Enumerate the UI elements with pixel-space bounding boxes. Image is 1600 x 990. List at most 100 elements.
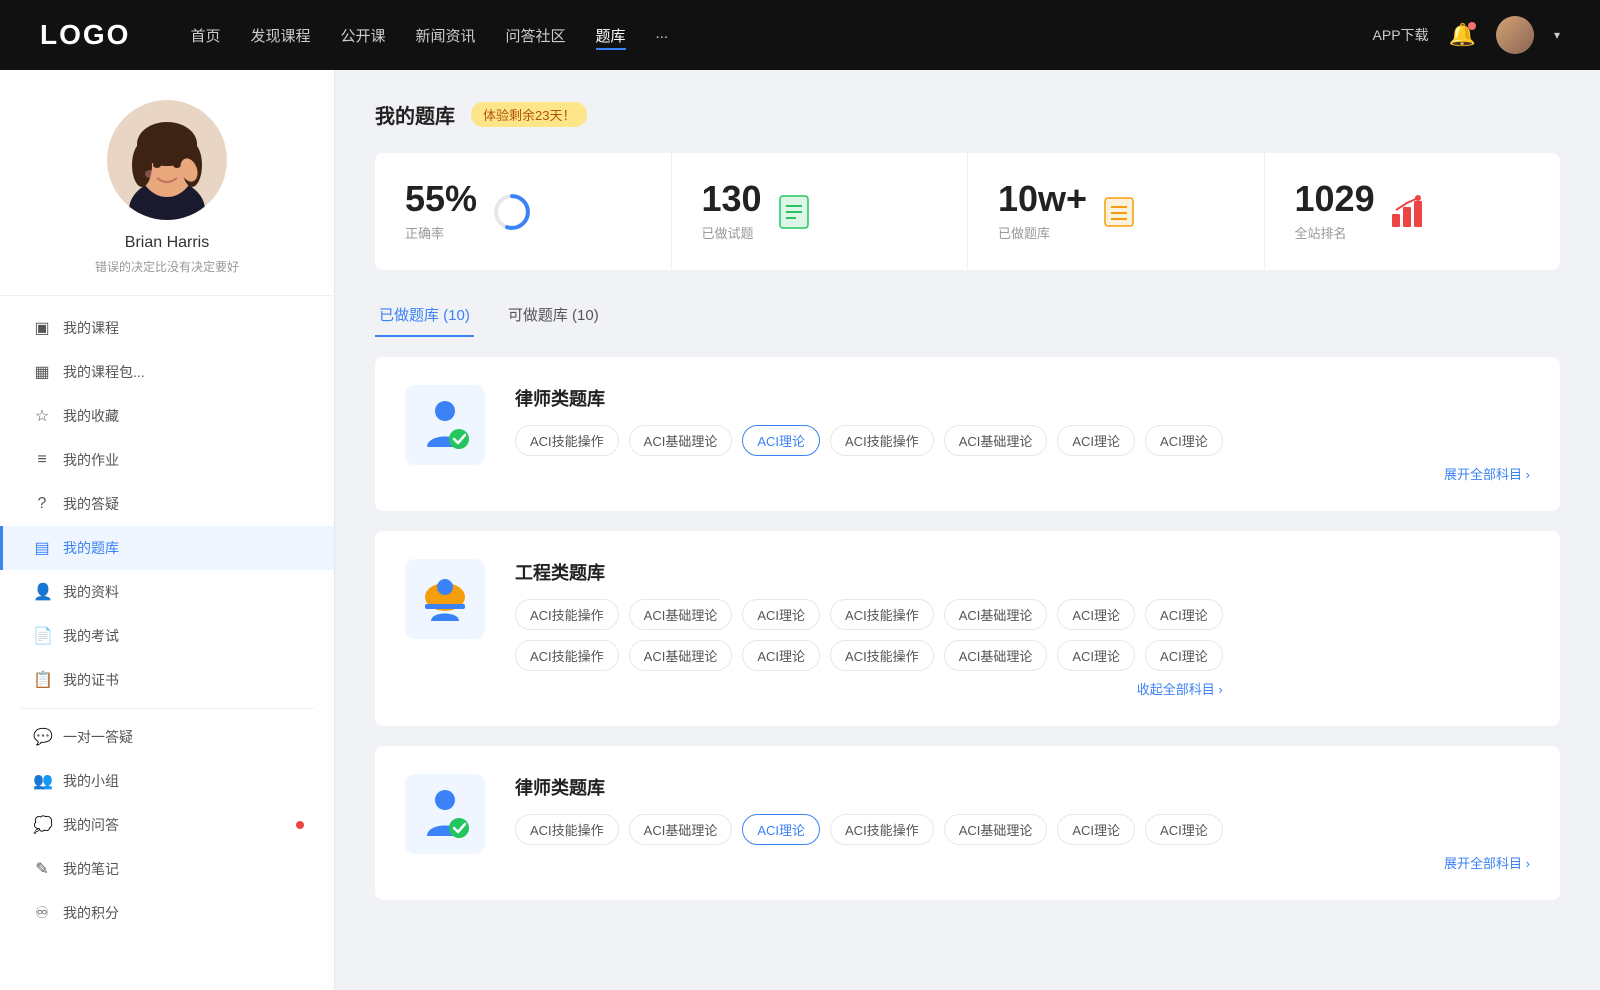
qa-dot-badge <box>296 821 304 829</box>
tag-1[interactable]: ACI基础理论 <box>629 425 733 456</box>
engineer-svg-icon <box>417 571 473 627</box>
app-download-link[interactable]: APP下载 <box>1373 25 1429 45</box>
bank-info-lawyer-1: 律师类题库 ACI技能操作 ACI基础理论 ACI理论 ACI技能操作 ACI基… <box>515 385 1530 483</box>
question-icon: ? <box>33 495 51 513</box>
sidebar-item-my-group[interactable]: 👥 我的小组 <box>0 759 334 803</box>
tag-3[interactable]: ACI技能操作 <box>830 425 934 456</box>
sidebar-item-my-bank[interactable]: ▤ 我的题库 <box>0 526 334 570</box>
l2-tag-3[interactable]: ACI技能操作 <box>830 814 934 845</box>
bank-icon-lawyer-2 <box>405 774 485 854</box>
user-dropdown-arrow[interactable]: ▾ <box>1554 28 1560 42</box>
expand-link-lawyer-1[interactable]: 展开全部科目 › <box>515 456 1530 483</box>
tag-5[interactable]: ACI理论 <box>1057 425 1135 456</box>
eng2-tag-3[interactable]: ACI技能操作 <box>830 640 934 671</box>
tags-row-lawyer-1: ACI技能操作 ACI基础理论 ACI理论 ACI技能操作 ACI基础理论 AC… <box>515 425 1530 456</box>
sidebar-username: Brian Harris <box>125 234 209 252</box>
sidebar-divider <box>20 708 314 709</box>
bank-card-lawyer-1: 律师类题库 ACI技能操作 ACI基础理论 ACI理论 ACI技能操作 ACI基… <box>375 357 1560 511</box>
homework-icon: ≡ <box>33 451 51 469</box>
bank-icon-lawyer <box>405 385 485 465</box>
stat-label-banks: 已做题库 <box>998 223 1087 242</box>
tag-2[interactable]: ACI理论 <box>742 425 820 456</box>
tag-6[interactable]: ACI理论 <box>1145 425 1223 456</box>
exam-icon: 📄 <box>33 626 51 646</box>
stats-row: 55% 正确率 130 已做试题 <box>375 153 1560 270</box>
sidebar-label-my-exam: 我的考试 <box>63 626 304 646</box>
bank-stat-icon <box>1101 194 1137 230</box>
sidebar-item-one-on-one[interactable]: 💬 一对一答疑 <box>0 715 334 759</box>
bank-card-engineer: 工程类题库 ACI技能操作 ACI基础理论 ACI理论 ACI技能操作 ACI基… <box>375 531 1560 726</box>
sidebar-item-my-notes[interactable]: ✎ 我的笔记 <box>0 847 334 891</box>
eng-tag-3[interactable]: ACI技能操作 <box>830 599 934 630</box>
sidebar-item-my-qa[interactable]: 💭 我的问答 <box>0 803 334 847</box>
sidebar-menu: ▣ 我的课程 ▦ 我的课程包... ☆ 我的收藏 ≡ 我的作业 ? 我的答疑 ▤… <box>0 296 334 945</box>
sidebar-label-my-bank: 我的题库 <box>63 538 304 558</box>
trial-badge: 体验剩余23天！ <box>471 102 587 127</box>
nav-right: APP下载 🔔 ▾ <box>1373 16 1560 54</box>
eng-tag-5[interactable]: ACI理论 <box>1057 599 1135 630</box>
sidebar-item-my-exam[interactable]: 📄 我的考试 <box>0 614 334 658</box>
nav-news[interactable]: 新闻资讯 <box>416 21 476 50</box>
nav-qa[interactable]: 问答社区 <box>506 21 566 50</box>
stat-number-correct: 55% <box>405 181 477 217</box>
stat-label-correct: 正确率 <box>405 223 477 242</box>
eng-tag-0[interactable]: ACI技能操作 <box>515 599 619 630</box>
nav-more[interactable]: ... <box>656 21 669 50</box>
sidebar-item-my-homework[interactable]: ≡ 我的作业 <box>0 438 334 482</box>
l2-tag-1[interactable]: ACI基础理论 <box>629 814 733 845</box>
expand-link-lawyer-2[interactable]: 展开全部科目 › <box>515 845 1530 872</box>
l2-tag-2[interactable]: ACI理论 <box>742 814 820 845</box>
stat-done-banks: 10w+ 已做题库 <box>968 153 1265 270</box>
nav-home[interactable]: 首页 <box>190 21 220 50</box>
eng2-tag-2[interactable]: ACI理论 <box>742 640 820 671</box>
avatar-image <box>1496 16 1534 54</box>
l2-tag-5[interactable]: ACI理论 <box>1057 814 1135 845</box>
sidebar-item-my-course[interactable]: ▣ 我的课程 <box>0 306 334 350</box>
notification-dot <box>1468 22 1476 30</box>
l2-tag-4[interactable]: ACI基础理论 <box>944 814 1048 845</box>
collapse-link-engineer[interactable]: 收起全部科目 › <box>515 671 1223 698</box>
eng-tag-6[interactable]: ACI理论 <box>1145 599 1223 630</box>
tag-0[interactable]: ACI技能操作 <box>515 425 619 456</box>
bank-name-engineer: 工程类题库 <box>515 559 1223 585</box>
nav-discover[interactable]: 发现课程 <box>250 21 310 50</box>
eng-tag-4[interactable]: ACI基础理论 <box>944 599 1048 630</box>
sidebar-item-my-points[interactable]: ♾ 我的积分 <box>0 891 334 935</box>
qa-icon: 💭 <box>33 815 51 835</box>
eng2-tag-5[interactable]: ACI理论 <box>1057 640 1135 671</box>
sidebar-item-my-cert[interactable]: 📋 我的证书 <box>0 658 334 702</box>
nav-bank[interactable]: 题库 <box>596 21 626 50</box>
sidebar-item-my-collect[interactable]: ☆ 我的收藏 <box>0 394 334 438</box>
stat-correct-rate: 55% 正确率 <box>375 153 672 270</box>
eng2-tag-1[interactable]: ACI基础理论 <box>629 640 733 671</box>
eng-tag-1[interactable]: ACI基础理论 <box>629 599 733 630</box>
sidebar-item-my-question[interactable]: ? 我的答疑 <box>0 482 334 526</box>
profile-icon: 👤 <box>33 582 51 602</box>
bank-info-engineer: 工程类题库 ACI技能操作 ACI基础理论 ACI理论 ACI技能操作 ACI基… <box>515 559 1223 698</box>
tag-4[interactable]: ACI基础理论 <box>944 425 1048 456</box>
bank-name-lawyer-2: 律师类题库 <box>515 774 1530 800</box>
tabs: 已做题库 (10) 可做题库 (10) <box>375 294 1560 337</box>
main-content: 我的题库 体验剩余23天！ 55% 正确率 130 已做试题 <box>335 70 1600 990</box>
nav-open-course[interactable]: 公开课 <box>340 21 385 50</box>
profile-avatar <box>107 100 227 220</box>
l2-tag-0[interactable]: ACI技能操作 <box>515 814 619 845</box>
l2-tag-6[interactable]: ACI理论 <box>1145 814 1223 845</box>
top-navigation: LOGO 首页 发现课程 公开课 新闻资讯 问答社区 题库 ... APP下载 … <box>0 0 1600 70</box>
tab-done-banks[interactable]: 已做题库 (10) <box>375 294 474 337</box>
sidebar-item-my-course-pkg[interactable]: ▦ 我的课程包... <box>0 350 334 394</box>
tags-row-lawyer-2: ACI技能操作 ACI基础理论 ACI理论 ACI技能操作 ACI基础理论 AC… <box>515 814 1530 845</box>
eng2-tag-4[interactable]: ACI基础理论 <box>944 640 1048 671</box>
stat-label-rank: 全站排名 <box>1295 223 1375 242</box>
eng-tag-2[interactable]: ACI理论 <box>742 599 820 630</box>
notification-bell[interactable]: 🔔 <box>1449 22 1476 48</box>
eng2-tag-6[interactable]: ACI理论 <box>1145 640 1223 671</box>
eng2-tag-0[interactable]: ACI技能操作 <box>515 640 619 671</box>
user-avatar[interactable] <box>1496 16 1534 54</box>
course-pkg-icon: ▦ <box>33 362 51 382</box>
stat-text-correct: 55% 正确率 <box>405 181 477 242</box>
tab-available-banks[interactable]: 可做题库 (10) <box>504 294 603 337</box>
points-icon: ♾ <box>33 903 51 923</box>
sidebar-item-my-profile[interactable]: 👤 我的资料 <box>0 570 334 614</box>
logo: LOGO <box>40 19 130 51</box>
